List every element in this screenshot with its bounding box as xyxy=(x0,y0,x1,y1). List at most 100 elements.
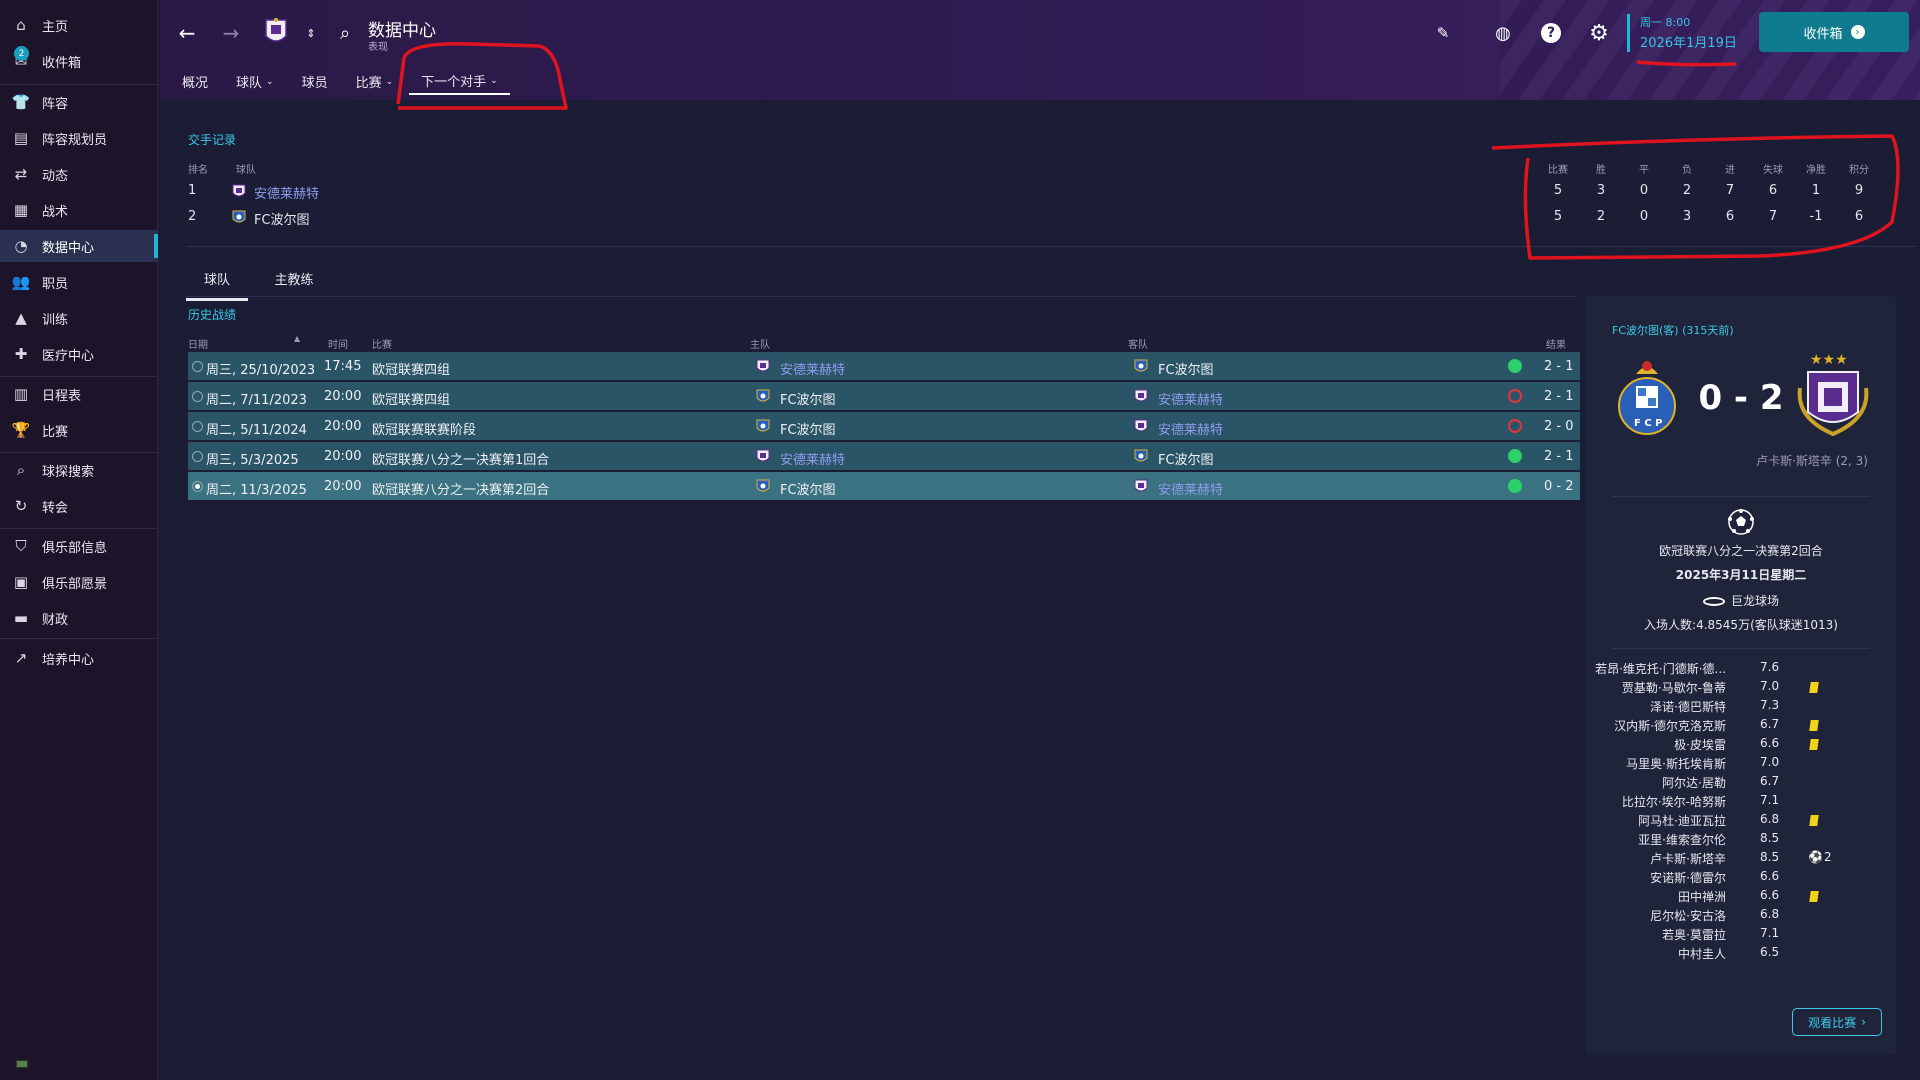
away-team-link[interactable]: 安德莱赫特 xyxy=(1158,479,1223,498)
home-team-link[interactable]: 安德莱赫特 xyxy=(780,449,845,468)
forward-arrow-icon[interactable]: → xyxy=(218,20,244,46)
tab-manager[interactable]: 主教练 xyxy=(260,265,328,298)
sidebar-item-squad[interactable]: 👕 阵容 xyxy=(0,86,158,118)
sidebar-item-inbox[interactable]: ✉ 2 收件箱 xyxy=(0,45,158,77)
list-item[interactable]: 卢卡斯·斯塔辛 8.5 ⚽ 2 xyxy=(1586,850,1896,869)
list-item[interactable]: 泽诺·德巴斯特 7.3 xyxy=(1586,698,1896,717)
table-row[interactable]: 周三, 5/3/2025 20:00 欧冠联赛八分之一决赛第1回合 安德莱赫特 … xyxy=(188,442,1580,470)
subnav-next-opponent[interactable]: 下一个对手 ⌄ xyxy=(409,68,510,95)
player-name[interactable]: 安诺斯·德雷尔 xyxy=(1650,869,1726,886)
sidebar-item-data-hub[interactable]: ◔ 数据中心 xyxy=(0,230,158,262)
history-col-date[interactable]: 日期 xyxy=(188,336,208,351)
gear-icon[interactable]: ⚙ xyxy=(1586,20,1612,46)
subnav-players[interactable]: 球员 xyxy=(290,68,340,95)
player-name[interactable]: 若奥·莫雷拉 xyxy=(1662,926,1726,943)
team-name-porto[interactable]: FC波尔图 xyxy=(254,209,310,228)
home-team[interactable]: FC波尔图 xyxy=(780,479,836,498)
sidebar-item-staff[interactable]: 👥 职员 xyxy=(0,266,158,298)
team-link-anderlecht[interactable]: 安德莱赫特 xyxy=(254,183,319,202)
history-col-away[interactable]: 客队 xyxy=(1128,336,1148,351)
list-item[interactable]: 汉内斯·德尔克洛克斯 6.7 xyxy=(1586,717,1896,736)
row-select-radio[interactable] xyxy=(192,421,203,432)
home-team[interactable]: FC波尔图 xyxy=(780,389,836,408)
club-crest-icon[interactable] xyxy=(262,16,290,48)
player-name[interactable]: 卢卡斯·斯塔辛 xyxy=(1650,850,1726,867)
pencil-icon[interactable]: ✎ xyxy=(1430,20,1456,46)
player-name[interactable]: 极·皮埃雷 xyxy=(1674,736,1726,753)
watch-match-button[interactable]: 观看比赛 › xyxy=(1792,1008,1882,1036)
list-item[interactable]: 亚里·维索查尔伦 8.5 xyxy=(1586,831,1896,850)
sort-ascending-icon[interactable]: ▲ xyxy=(294,334,300,343)
player-name[interactable]: 若昂·维克托·门德斯·德... xyxy=(1595,660,1726,677)
history-col-time[interactable]: 时间 xyxy=(328,336,348,351)
list-item[interactable]: 极·皮埃雷 6.6 xyxy=(1586,736,1896,755)
list-item[interactable]: 尼尔松·安古洛 6.8 xyxy=(1586,907,1896,926)
sidebar-item-competitions[interactable]: 🏆 比赛 xyxy=(0,414,158,446)
list-item[interactable]: 安诺斯·德雷尔 6.6 xyxy=(1586,869,1896,888)
home-team[interactable]: FC波尔图 xyxy=(780,419,836,438)
search-icon[interactable]: ⌕ xyxy=(332,20,358,46)
row-select-radio[interactable] xyxy=(192,361,203,372)
table-row[interactable]: 周二, 7/11/2023 20:00 欧冠联赛四组 FC波尔图 安德莱赫特 2… xyxy=(188,382,1580,410)
sidebar-item-transfers[interactable]: ↻ 转会 xyxy=(0,490,158,522)
player-name[interactable]: 中村圭人 xyxy=(1678,945,1726,962)
continue-inbox-button[interactable]: 收件箱 › xyxy=(1759,12,1909,52)
sidebar-item-finances[interactable]: ▬ 财政 xyxy=(0,602,158,634)
subnav-team[interactable]: 球队 ⌄ xyxy=(224,68,286,95)
away-team-link[interactable]: 安德莱赫特 xyxy=(1158,389,1223,408)
list-item[interactable]: 马里奥·斯托埃肯斯 7.0 xyxy=(1586,755,1896,774)
away-team-link[interactable]: 安德莱赫特 xyxy=(1158,419,1223,438)
player-name[interactable]: 贾基勒·马歇尔-鲁蒂 xyxy=(1622,679,1726,696)
row-select-radio[interactable] xyxy=(192,451,203,462)
subnav-matches[interactable]: 比赛 ⌄ xyxy=(344,68,406,95)
club-switch-chevron-icon[interactable]: ⇕ xyxy=(298,20,324,46)
history-col-result[interactable]: 结果 xyxy=(1546,336,1566,351)
globe-icon[interactable]: ◍ xyxy=(1490,20,1516,46)
player-name[interactable]: 阿尔达·居勒 xyxy=(1662,774,1726,791)
table-row[interactable]: 周二, 5/11/2024 20:00 欧冠联赛联赛阶段 FC波尔图 安德莱赫特… xyxy=(188,412,1580,440)
sidebar-item-scouting[interactable]: ⌕ 球探搜索 xyxy=(0,454,158,486)
list-item[interactable]: 阿尔达·居勒 6.7 xyxy=(1586,774,1896,793)
match-panel-title-link[interactable]: FC波尔图(客) (315天前) xyxy=(1612,322,1734,338)
anderlecht-crest-icon[interactable]: ★★★ xyxy=(1792,348,1874,438)
list-item[interactable]: 阿马杜·迪亚瓦拉 6.8 xyxy=(1586,812,1896,831)
player-name[interactable]: 阿马杜·迪亚瓦拉 xyxy=(1638,812,1726,829)
back-arrow-icon[interactable]: ← xyxy=(174,20,200,46)
table-row[interactable]: 周三, 25/10/2023 17:45 欧冠联赛四组 安德莱赫特 FC波尔图 … xyxy=(188,352,1580,380)
sidebar-item-squad-planner[interactable]: ▤ 阵容规划员 xyxy=(0,122,158,154)
h2h-row[interactable]: 1 安德莱赫特 5 3 0 2 7 6 1 9 xyxy=(186,178,1916,204)
row-select-radio[interactable] xyxy=(192,481,203,492)
history-section-link[interactable]: 历史战绩 xyxy=(188,306,236,323)
player-name[interactable]: 马里奥·斯托埃肯斯 xyxy=(1626,755,1726,772)
help-icon[interactable]: ? xyxy=(1538,20,1564,46)
away-team[interactable]: FC波尔图 xyxy=(1158,449,1214,468)
row-select-radio[interactable] xyxy=(192,391,203,402)
status-indicator-icon[interactable] xyxy=(16,1060,28,1068)
sidebar-item-dynamics[interactable]: ⇄ 动态 xyxy=(0,158,158,190)
list-item[interactable]: 田中禅洲 6.6 xyxy=(1586,888,1896,907)
player-name[interactable]: 亚里·维索查尔伦 xyxy=(1638,831,1726,848)
player-name[interactable]: 比拉尔·埃尔-哈努斯 xyxy=(1622,793,1726,810)
list-item[interactable]: 若昂·维克托·门德斯·德... 7.6 xyxy=(1586,660,1896,679)
sidebar-item-club-info[interactable]: ⛉ 俱乐部信息 xyxy=(0,530,158,562)
player-name[interactable]: 汉内斯·德尔克洛克斯 xyxy=(1614,717,1726,734)
player-name[interactable]: 泽诺·德巴斯特 xyxy=(1650,698,1726,715)
home-team-link[interactable]: 安德莱赫特 xyxy=(780,359,845,378)
sidebar-item-club-vision[interactable]: ▣ 俱乐部愿景 xyxy=(0,566,158,598)
away-team[interactable]: FC波尔图 xyxy=(1158,359,1214,378)
list-item[interactable]: 贾基勒·马歇尔-鲁蒂 7.0 xyxy=(1586,679,1896,698)
game-date[interactable]: 周一 8:00 2026年1月19日 xyxy=(1627,14,1737,52)
subnav-overview[interactable]: 概况 xyxy=(170,68,220,95)
list-item[interactable]: 比拉尔·埃尔-哈努斯 7.1 xyxy=(1586,793,1896,812)
history-col-home[interactable]: 主队 xyxy=(750,336,770,351)
sidebar-item-medical[interactable]: ✚ 医疗中心 xyxy=(0,338,158,370)
sidebar-item-training[interactable]: ▲ 训练 xyxy=(0,302,158,334)
player-name[interactable]: 尼尔松·安古洛 xyxy=(1650,907,1726,924)
player-name[interactable]: 田中禅洲 xyxy=(1678,888,1726,905)
sidebar-item-tactics[interactable]: ▦ 战术 xyxy=(0,194,158,226)
list-item[interactable]: 若奥·莫雷拉 7.1 xyxy=(1586,926,1896,945)
table-row-selected[interactable]: 周二, 11/3/2025 20:00 欧冠联赛八分之一决赛第2回合 FC波尔图… xyxy=(188,472,1580,500)
h2h-row[interactable]: 2 FC波尔图 5 2 0 3 6 7 -1 6 xyxy=(186,204,1916,230)
sidebar-item-schedule[interactable]: ▥ 日程表 xyxy=(0,378,158,410)
history-col-competition[interactable]: 比赛 xyxy=(372,336,392,351)
